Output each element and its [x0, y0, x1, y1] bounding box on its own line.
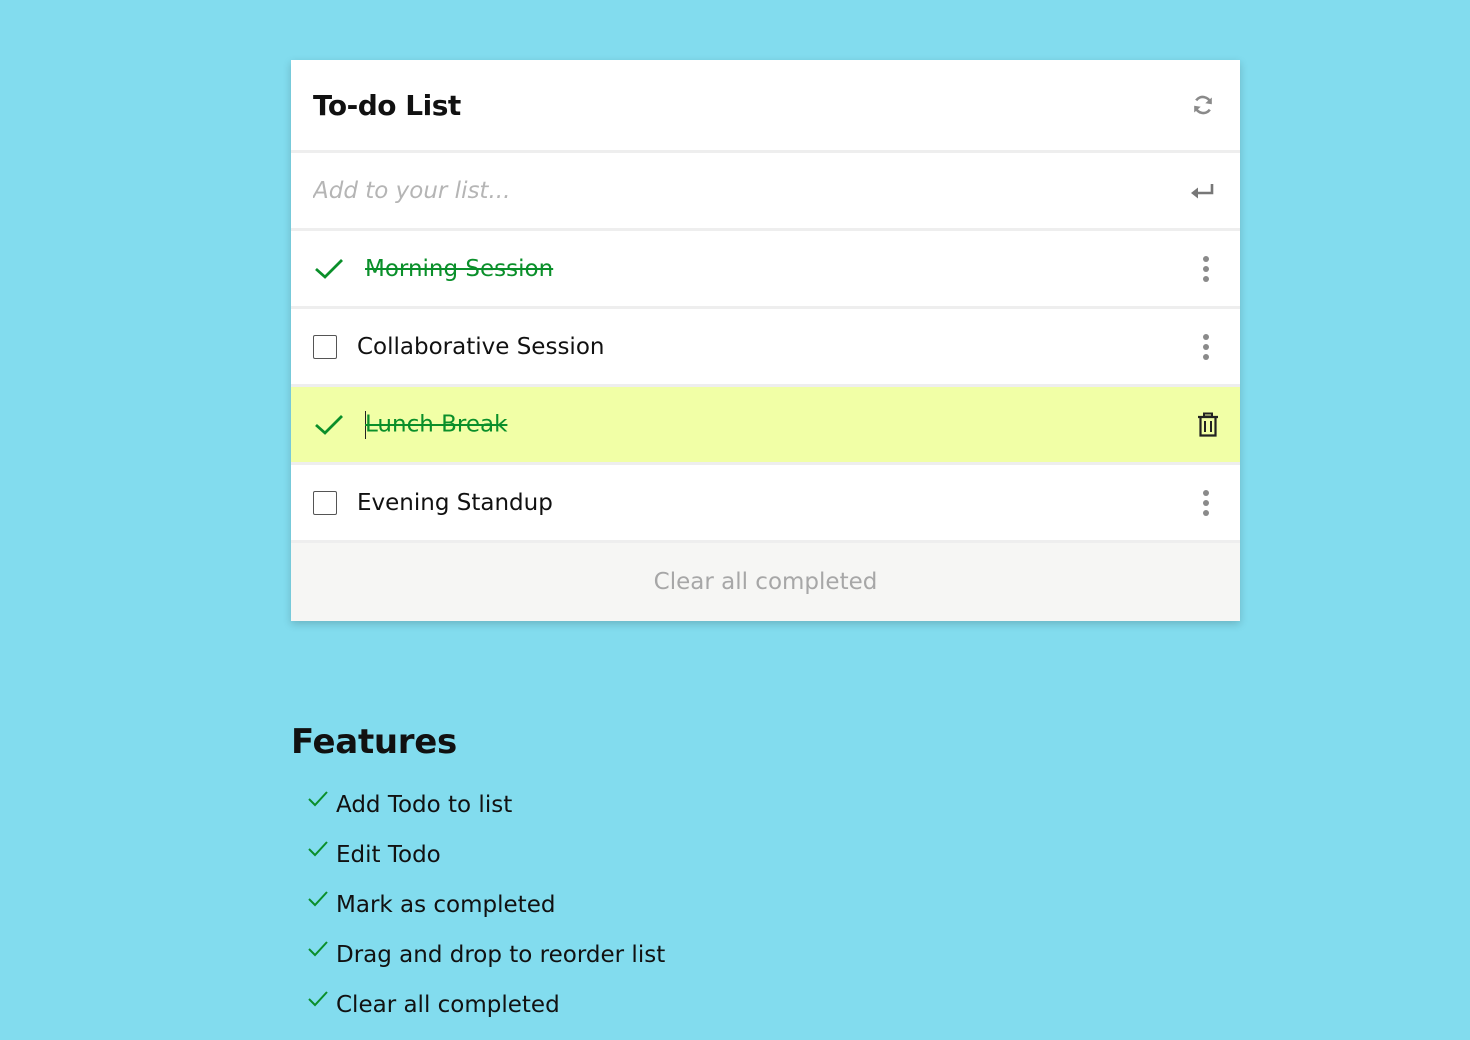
- feature-label: Clear all completed: [336, 992, 560, 1018]
- page-title: To-do List: [313, 88, 461, 122]
- enter-icon[interactable]: [1188, 176, 1218, 206]
- todo-text[interactable]: Evening Standup: [357, 490, 1194, 516]
- trash-icon[interactable]: [1193, 410, 1223, 440]
- refresh-icon[interactable]: [1188, 90, 1218, 120]
- todo-item[interactable]: Morning Session: [291, 231, 1240, 309]
- features-list: Add Todo to list Edit Todo Mark as compl…: [291, 780, 665, 1030]
- checkbox[interactable]: [313, 490, 337, 515]
- todo-item-editing[interactable]: Lunch Break: [291, 387, 1240, 465]
- checkmark-icon: [308, 840, 328, 860]
- add-todo-row: [291, 153, 1240, 231]
- checkmark-icon: [308, 940, 328, 960]
- feature-label: Drag and drop to reorder list: [336, 942, 666, 968]
- kebab-menu-icon[interactable]: [1194, 252, 1218, 286]
- feature-item: Clear all completed: [308, 980, 665, 1030]
- kebab-menu-icon[interactable]: [1194, 486, 1218, 520]
- add-todo-input[interactable]: [313, 177, 1188, 204]
- checkmark-icon: [308, 990, 328, 1010]
- kebab-menu-icon[interactable]: [1194, 330, 1218, 364]
- clear-completed-button[interactable]: Clear all completed: [291, 543, 1240, 621]
- checkmark-icon: [308, 890, 328, 910]
- features-heading: Features: [291, 722, 457, 762]
- checkmark-icon[interactable]: [313, 413, 345, 437]
- card-header: To-do List: [291, 60, 1240, 153]
- todo-text[interactable]: Collaborative Session: [357, 334, 1194, 360]
- todo-text[interactable]: Lunch Break: [365, 411, 507, 437]
- checkmark-icon[interactable]: [313, 257, 345, 281]
- todo-text-editable[interactable]: Lunch Break: [365, 410, 1193, 439]
- todo-text[interactable]: Morning Session: [365, 256, 1194, 282]
- feature-label: Add Todo to list: [336, 792, 513, 818]
- feature-label: Mark as completed: [336, 892, 556, 918]
- feature-item: Edit Todo: [308, 830, 665, 880]
- feature-item: Drag and drop to reorder list: [308, 930, 665, 980]
- feature-item: Add Todo to list: [308, 780, 665, 830]
- feature-item: Mark as completed: [308, 880, 665, 930]
- feature-label: Edit Todo: [336, 842, 441, 868]
- checkmark-icon: [308, 790, 328, 810]
- todo-item[interactable]: Evening Standup: [291, 465, 1240, 543]
- todo-item[interactable]: Collaborative Session: [291, 309, 1240, 387]
- todo-list: Morning Session Collaborative Session Lu…: [291, 231, 1240, 543]
- todo-card: To-do List Morning Sessio: [291, 60, 1240, 621]
- features-section: Features Add Todo to list Edit Todo Mark…: [291, 722, 665, 1030]
- checkbox[interactable]: [313, 334, 337, 359]
